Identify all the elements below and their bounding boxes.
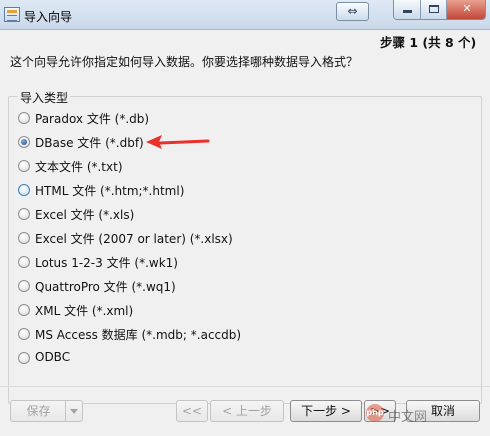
option-label: XML 文件 (*.xml) bbox=[35, 304, 134, 318]
next-button[interactable]: 下一步 > bbox=[290, 400, 362, 422]
option-label: Excel 文件 (*.xls) bbox=[35, 208, 135, 222]
import-wizard-icon bbox=[4, 7, 20, 22]
option-label: QuattroPro 文件 (*.wq1) bbox=[35, 280, 176, 294]
group-title: 导入类型 bbox=[18, 89, 71, 106]
radio-icon[interactable] bbox=[18, 280, 30, 292]
option-label: MS Access 数据库 (*.mdb; *.accdb) bbox=[35, 328, 242, 342]
watermark: 中文网 bbox=[388, 410, 428, 425]
maximize-icon bbox=[428, 5, 439, 13]
wizard-description: 这个向导允许你指定如何导入数据。你要选择哪种数据导入格式？ bbox=[10, 55, 359, 69]
restore-button[interactable]: ⇔ bbox=[336, 2, 369, 21]
radio-icon[interactable] bbox=[18, 328, 30, 340]
option-label: DBase 文件 (*.dbf) bbox=[35, 136, 144, 150]
radio-icon[interactable] bbox=[18, 256, 30, 268]
window-title: 导入向导 bbox=[24, 10, 73, 24]
option-label: HTML 文件 (*.htm;*.html) bbox=[35, 184, 185, 198]
radio-icon[interactable] bbox=[18, 352, 30, 364]
previous-button[interactable]: < 上一步 bbox=[210, 400, 284, 422]
minimize-icon bbox=[402, 10, 412, 13]
option-label: ODBC bbox=[35, 350, 71, 364]
radio-selected-icon[interactable] bbox=[18, 136, 30, 148]
step-indicator: 步骤 1 (共 8 个) bbox=[380, 35, 477, 50]
footer-divider bbox=[0, 386, 490, 387]
title-bar: 导入向导 ⇔ ✕ bbox=[0, 0, 490, 30]
first-step-button[interactable]: << bbox=[176, 400, 208, 422]
maximize-button[interactable] bbox=[421, 0, 447, 19]
radio-icon[interactable] bbox=[18, 184, 30, 196]
red-arrow-annotation-icon bbox=[146, 135, 210, 149]
option-label: 文本文件 (*.txt) bbox=[35, 160, 123, 174]
window-controls: ✕ bbox=[393, 0, 486, 20]
radio-icon[interactable] bbox=[18, 112, 30, 124]
close-button[interactable]: ✕ bbox=[447, 0, 485, 19]
save-dropdown[interactable] bbox=[65, 401, 82, 421]
chevron-down-icon bbox=[70, 409, 78, 414]
watermark-logo: php bbox=[366, 404, 384, 422]
save-button[interactable]: 保存 bbox=[10, 400, 83, 422]
save-label: 保存 bbox=[26, 404, 51, 418]
wizard-body: 步骤 1 (共 8 个) 这个向导允许你指定如何导入数据。你要选择哪种数据导入格… bbox=[0, 30, 490, 436]
option-label: Paradox 文件 (*.db) bbox=[35, 112, 150, 126]
radio-icon[interactable] bbox=[18, 160, 30, 172]
minimize-button[interactable] bbox=[394, 0, 421, 19]
radio-icon[interactable] bbox=[18, 232, 30, 244]
radio-icon[interactable] bbox=[18, 208, 30, 220]
option-label: Excel 文件 (2007 or later) (*.xlsx) bbox=[35, 232, 233, 246]
radio-icon[interactable] bbox=[18, 304, 30, 316]
option-label: Lotus 1-2-3 文件 (*.wk1) bbox=[35, 256, 178, 270]
